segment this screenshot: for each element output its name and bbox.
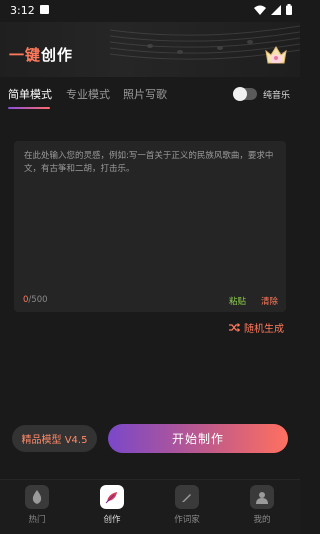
nav-label-hot: 热门 (28, 515, 46, 525)
wifi-icon (254, 5, 266, 15)
random-generate-label: 随机生成 (244, 324, 284, 335)
nav-icon-background (25, 485, 49, 509)
signal-icon (271, 4, 281, 15)
nav-item-create[interactable]: 创作 (82, 480, 142, 534)
inspiration-input[interactable]: 在此处输入您的灵感，例如:写一首关于正义的民族风歌曲，要求中文，有古筝和二胡，打… (14, 141, 286, 312)
char-count: 0/500 (23, 295, 48, 305)
page-title-part2: 创作 (41, 46, 74, 64)
nav-label-create: 创作 (103, 515, 121, 525)
char-count-max: /500 (28, 295, 48, 305)
paste-button[interactable]: 粘贴 (229, 295, 246, 307)
toggle-knob (233, 87, 247, 101)
input-placeholder: 在此处输入您的灵感，例如:写一首关于正义的民族风歌曲，要求中文，有古筝和二胡，打… (24, 151, 274, 174)
tab-photo-song[interactable]: 照片写歌 (123, 86, 167, 102)
pure-music-label: 纯音乐 (263, 91, 291, 101)
nav-icon-background (250, 485, 274, 509)
nav-item-hot[interactable]: 热门 (7, 480, 67, 534)
nav-icon-background (100, 485, 124, 509)
status-time: 3:12 (10, 4, 35, 17)
feather-icon (105, 492, 117, 504)
nav-icon-background (175, 485, 199, 509)
page-title: 一键创作 (9, 44, 73, 65)
pure-music-toggle[interactable] (233, 87, 257, 101)
pen-icon (182, 494, 191, 502)
status-icons (254, 4, 292, 15)
ranking-badge-icon[interactable] (263, 43, 289, 67)
nav-label-lyricist: 作词家 (174, 515, 200, 525)
nav-label-me: 我的 (253, 515, 271, 525)
flame-icon (32, 490, 42, 504)
clear-button[interactable]: 清除 (261, 295, 278, 307)
nav-item-lyricist[interactable]: 作词家 (157, 480, 217, 534)
tab-active-indicator (8, 107, 50, 109)
user-icon (256, 491, 268, 504)
battery-icon (286, 4, 292, 15)
nav-item-me[interactable]: 我的 (232, 480, 292, 534)
status-bar: 3:12 (0, 0, 300, 22)
model-select-button[interactable]: 精品模型 V4.5 (12, 425, 97, 452)
tab-simple-mode[interactable]: 简单模式 (8, 86, 52, 102)
bottom-nav: 热门 创作 作词家 我的 (0, 479, 300, 534)
page-title-part1: 一键 (9, 46, 42, 64)
random-generate-button[interactable]: 随机生成 (229, 320, 284, 335)
notification-icon (40, 5, 49, 14)
tab-pro-mode[interactable]: 专业模式 (66, 86, 110, 102)
shuffle-icon (229, 323, 240, 332)
start-button[interactable]: 开始制作 (108, 424, 288, 453)
